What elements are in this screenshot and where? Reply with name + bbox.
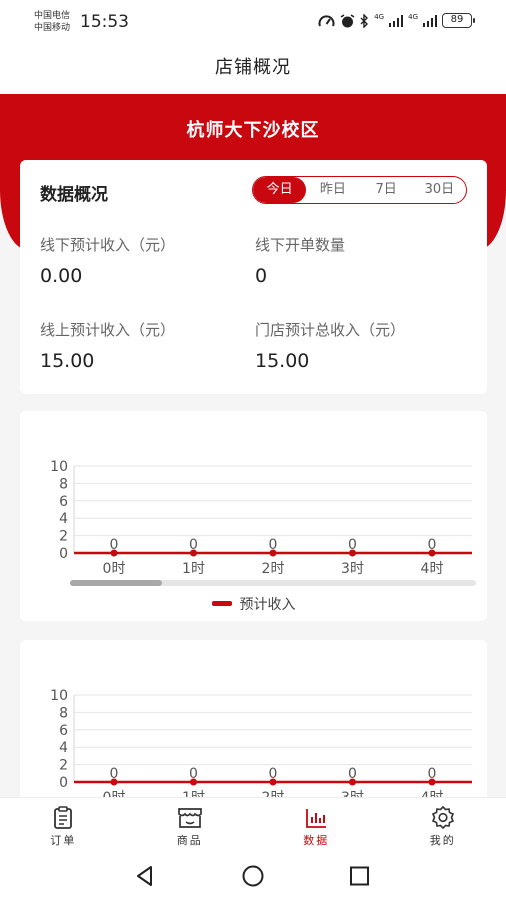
network-type-1: 4G [374, 12, 385, 21]
legend-label: 预计收入 [239, 597, 296, 613]
data-label: 0 [110, 537, 119, 553]
x-tick-label: 1时 [182, 561, 205, 577]
data-label: 0 [348, 537, 357, 553]
status-bar: 中国电信 中国移动 15:53 4G 4G 89 [0, 0, 506, 44]
data-label: 0 [189, 537, 198, 553]
y-tick-label: 2 [59, 529, 68, 545]
tab-orders[interactable]: 订单 [0, 798, 127, 851]
tab-mine[interactable]: 我的 [380, 798, 506, 851]
metric-total-income: 门店预计总收入（元） 15.00 [255, 319, 405, 372]
y-tick-label: 6 [59, 723, 68, 739]
metric-value: 15.00 [40, 350, 95, 372]
y-tick-label: 10 [50, 459, 68, 475]
chart-scroll-thumb[interactable] [70, 580, 162, 586]
y-tick-label: 0 [59, 775, 68, 791]
overview-card: 数据概况 今日 昨日 7日 30日 线下预计收入（元） 0.00 线下开单数量 … [20, 160, 487, 394]
recents-icon[interactable] [349, 865, 371, 887]
carrier-1: 中国电信 [34, 11, 71, 21]
metric-label: 线下开单数量 [255, 236, 346, 254]
tab-data[interactable]: 数据 [253, 798, 380, 851]
speed-icon [318, 14, 335, 26]
metric-label: 线上预计收入（元） [40, 321, 176, 339]
y-tick-label: 4 [59, 511, 68, 527]
y-tick-label: 8 [59, 476, 68, 492]
tab-label: 订单 [50, 834, 77, 847]
period-30days[interactable]: 30日 [413, 177, 466, 203]
gear-icon [431, 806, 454, 830]
carrier-info: 中国电信 中国移动 [34, 10, 70, 34]
chart-scrollbar[interactable] [70, 580, 476, 586]
chart-legend[interactable]: 预计收入 [20, 594, 487, 614]
period-selector: 今日 昨日 7日 30日 [252, 176, 467, 204]
data-label: 0 [110, 766, 119, 782]
overview-title: 数据概况 [40, 185, 108, 205]
legend-swatch [211, 600, 232, 606]
data-label: 0 [189, 766, 198, 782]
clock: 15:53 [80, 12, 129, 32]
alarm-icon [340, 13, 355, 27]
data-label: 0 [348, 766, 357, 782]
data-label: 0 [269, 537, 278, 553]
store-icon [177, 808, 202, 828]
carrier-2: 中国移动 [34, 23, 71, 33]
y-tick-label: 8 [59, 705, 68, 721]
tab-label: 我的 [429, 834, 456, 847]
metric-offline-income: 线下预计收入（元） 0.00 [40, 234, 175, 287]
tab-label: 商品 [176, 834, 203, 847]
y-tick-label: 6 [59, 494, 68, 510]
y-tick-label: 0 [59, 546, 68, 562]
metric-online-income: 线上预计收入（元） 15.00 [40, 319, 175, 372]
data-label: 0 [428, 766, 437, 782]
system-nav-bar [0, 851, 506, 900]
battery-icon: 89 [442, 13, 475, 28]
signal-icon-1 [389, 14, 404, 27]
store-name[interactable]: 杭师大下沙校区 [0, 116, 506, 142]
network-type-2: 4G [408, 12, 418, 21]
income-line-chart[interactable]: 024681000时01时02时03时04时 [20, 411, 487, 591]
tab-label: 数据 [303, 834, 330, 847]
page-title: 店铺概况 [0, 44, 506, 94]
period-yesterday[interactable]: 昨日 [306, 177, 359, 203]
metric-value: 0 [255, 265, 268, 287]
x-tick-label: 2时 [262, 561, 285, 577]
bottom-tab-bar: 订单 商品 数据 我的 [0, 797, 506, 851]
x-tick-label: 3时 [341, 561, 364, 577]
clipboard-icon [54, 806, 73, 829]
bluetooth-icon [360, 13, 369, 28]
signal-icon-2 [423, 14, 437, 27]
back-icon[interactable] [134, 865, 156, 887]
metric-value: 15.00 [255, 350, 310, 372]
period-7days[interactable]: 7日 [360, 177, 413, 203]
metric-label: 线下预计收入（元） [40, 236, 176, 254]
y-tick-label: 4 [59, 740, 68, 756]
system-icons: 4G 4G 89 [318, 12, 475, 28]
period-today[interactable]: 今日 [253, 177, 307, 203]
data-label: 0 [428, 537, 437, 553]
second-line-chart[interactable]: 024681000时01时02时03时04时 [20, 640, 487, 810]
metric-offline-orders: 线下开单数量 0 [255, 234, 345, 287]
y-tick-label: 10 [50, 688, 68, 704]
x-tick-label: 0时 [103, 561, 126, 577]
data-label: 0 [269, 766, 278, 782]
income-chart-card: 0 2 4 6 8 10 0 0时 0 1时 0 2时 0 3时 0 4时 预计收入 [20, 411, 487, 621]
x-tick-label: 4时 [421, 561, 444, 577]
tab-products[interactable]: 商品 [127, 798, 254, 851]
home-icon[interactable] [241, 865, 265, 887]
bar-chart-icon [306, 809, 327, 828]
metric-label: 门店预计总收入（元） [255, 321, 406, 339]
y-tick-label: 2 [59, 758, 68, 774]
second-chart-card: 024681000时01时02时03时04时 [20, 640, 487, 810]
metric-value: 0.00 [40, 265, 83, 287]
